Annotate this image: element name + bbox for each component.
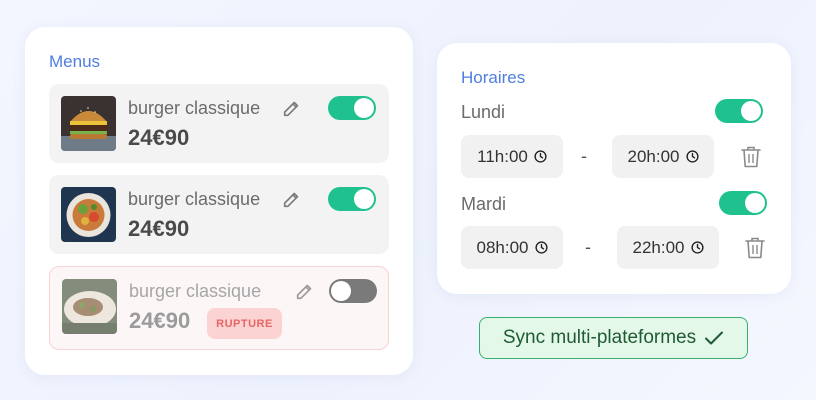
trash-icon[interactable] — [740, 145, 762, 169]
open-time-value: 11h:00 — [477, 146, 528, 166]
menu-item[interactable]: burger classique 24€90 — [49, 175, 389, 254]
menu-item-price: 24€90 — [129, 308, 191, 333]
hours-title: Horaires — [461, 68, 526, 87]
close-time-value: 20h:00 — [627, 146, 680, 166]
burger-photo — [61, 96, 116, 151]
time-separator: - — [581, 146, 587, 166]
clock-icon — [534, 241, 548, 254]
menu-availability-toggle[interactable] — [328, 96, 376, 120]
pencil-icon[interactable] — [281, 97, 303, 119]
day-label: Lundi — [461, 102, 506, 122]
out-of-stock-badge: RUPTURE — [207, 308, 282, 339]
open-time-field[interactable]: 08h:00 — [461, 226, 563, 269]
menus-title: Menus — [49, 52, 101, 71]
day-toggle[interactable] — [715, 99, 763, 123]
sync-badge: Sync multi-plateformes — [479, 317, 748, 359]
hours-card: Horaires Lundi 11h:00 - 20h:00 Mardi 08h… — [437, 43, 791, 294]
close-time-field[interactable]: 22h:00 — [617, 226, 719, 269]
menu-item-price: 24€90 — [128, 125, 190, 150]
trash-icon[interactable] — [744, 236, 766, 260]
clock-icon — [690, 241, 704, 254]
menu-item-name: burger classique — [129, 281, 262, 301]
pencil-icon[interactable] — [294, 280, 316, 302]
menu-item[interactable]: burger classique 24€90 RUPTURE — [49, 266, 389, 350]
sync-label: Sync multi-plateformes — [502, 327, 697, 348]
menu-item-name: burger classique — [128, 98, 261, 118]
open-time-field[interactable]: 11h:00 — [461, 135, 563, 178]
day-label: Mardi — [461, 194, 507, 214]
pencil-icon[interactable] — [281, 188, 303, 210]
menus-card: Menus burger classique 24€90 burger clas… — [25, 27, 413, 375]
close-time-value: 22h:00 — [632, 237, 685, 257]
menu-item-name: burger classique — [128, 189, 261, 209]
clock-icon — [534, 150, 547, 163]
clock-icon — [685, 150, 699, 163]
open-time-value: 08h:00 — [476, 237, 529, 257]
checkmark-icon — [705, 331, 724, 345]
menu-item[interactable]: burger classique 24€90 — [49, 84, 389, 163]
plate-photo — [62, 279, 117, 334]
menu-availability-toggle[interactable] — [328, 187, 376, 211]
time-separator: - — [585, 237, 591, 257]
close-time-field[interactable]: 20h:00 — [612, 135, 714, 178]
salad-bowl-photo — [61, 187, 116, 242]
menu-availability-toggle[interactable] — [329, 279, 377, 303]
menu-item-price: 24€90 — [128, 216, 190, 241]
day-toggle[interactable] — [719, 191, 767, 215]
